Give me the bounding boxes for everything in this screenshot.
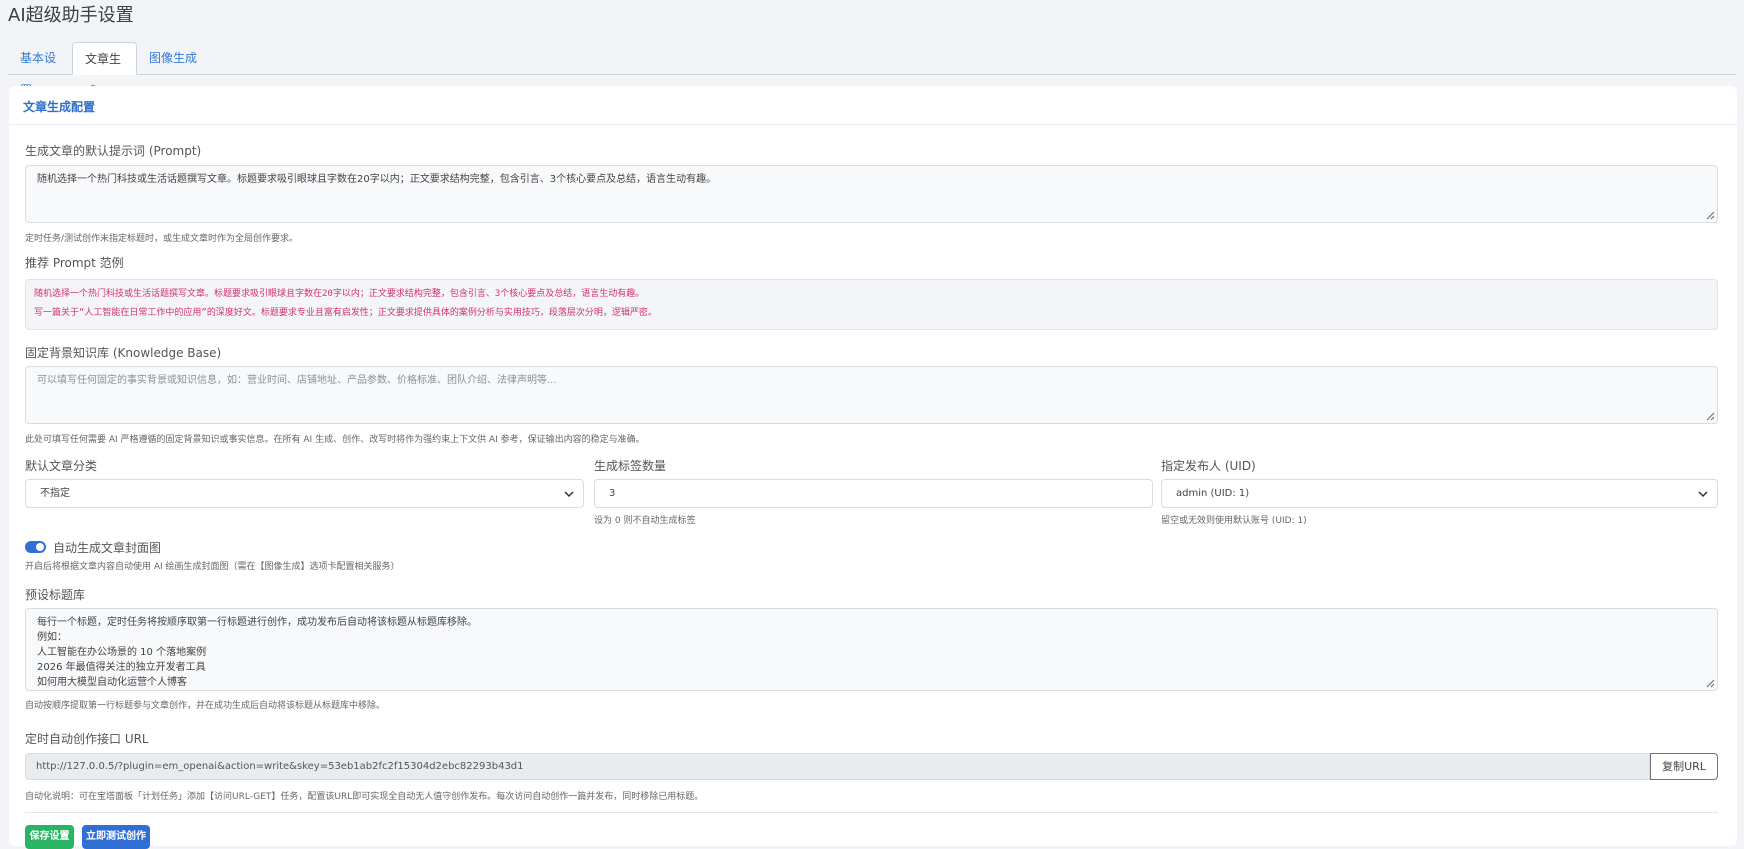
prompt-textarea[interactable]: 随机选择一个热门科技或生活话题撰写文章。标题要求吸引眼球且字数在20字以内；正文… — [25, 165, 1718, 223]
divider — [25, 812, 1718, 813]
knowledge-label: 固定背景知识库 (Knowledge Base) — [25, 346, 222, 360]
cover-hint: 开启后将根据文章内容自动使用 AI 绘画生成封面图（需在【图像生成】选项卡配置相… — [25, 562, 400, 572]
card-header: 文章生成配置 — [9, 86, 1737, 125]
category-label: 默认文章分类 — [25, 459, 98, 473]
tags-count-value: 3 — [609, 488, 616, 499]
examples-label: 推荐 Prompt 范例 — [25, 256, 124, 270]
titles-hint: 自动按顺序提取第一行标题参与文章创作，并在成功生成后自动将该标题从标题库中移除。 — [25, 701, 386, 711]
knowledge-hint: 此处可填写任何需要 AI 严格遵循的固定背景知识或事实信息。在所有 AI 生成、… — [25, 435, 645, 445]
titles-line: 2026 年最值得关注的独立开发者工具 — [37, 662, 206, 673]
tab-article-generation[interactable]: 文章生成 — [72, 42, 137, 98]
chevron-down-icon — [564, 491, 574, 498]
knowledge-placeholder: 可以填写任何固定的事实背景或知识信息，如：营业时间、店铺地址、产品参数、价格标准… — [37, 375, 557, 386]
tags-count-input[interactable]: 3 — [594, 479, 1153, 508]
author-select[interactable]: admin (UID: 1) — [1161, 479, 1718, 508]
cron-url-label: 定时自动创作接口 URL — [25, 732, 149, 746]
copy-url-button[interactable]: 复制URL — [1650, 753, 1718, 780]
cron-url-group: http://127.0.0.5/?plugin=em_openai&actio… — [25, 753, 1718, 780]
resize-handle-icon[interactable] — [1706, 679, 1715, 688]
titles-line: 每行一个标题，定时任务将按顺序取第一行标题进行创作，成功发布后自动将该标题从标题… — [37, 617, 477, 628]
tab-bar: 基本设置 文章生成 图像生成 — [8, 42, 1736, 98]
cover-label: 自动生成文章封面图 — [53, 541, 162, 555]
titles-label: 预设标题库 — [25, 588, 86, 602]
prompt-hint: 定时任务/测试创作未指定标题时，或生成文章时作为全局创作要求。 — [25, 234, 299, 244]
chevron-down-icon — [1698, 491, 1708, 498]
titles-textarea[interactable]: 每行一个标题，定时任务将按顺序取第一行标题进行创作，成功发布后自动将该标题从标题… — [25, 608, 1718, 691]
article-settings-card: 文章生成配置 生成文章的默认提示词 (Prompt) 随机选择一个热门科技或生活… — [9, 86, 1737, 849]
prompt-label: 生成文章的默认提示词 (Prompt) — [25, 144, 202, 158]
resize-handle-icon[interactable] — [1706, 412, 1715, 421]
tags-label: 生成标签数量 — [594, 459, 667, 473]
tab-basic-settings[interactable]: 基本设置 — [8, 42, 72, 97]
author-value: admin (UID: 1) — [1176, 488, 1250, 499]
card-title: 文章生成配置 — [23, 100, 96, 114]
prompt-value: 随机选择一个热门科技或生活话题撰写文章。标题要求吸引眼球且字数在20字以内；正文… — [37, 174, 717, 185]
tab-image-generation[interactable]: 图像生成 — [137, 42, 211, 74]
category-select[interactable]: 不指定 — [25, 479, 584, 508]
test-create-button[interactable]: 立即测试创作 — [82, 825, 150, 849]
cron-url-input[interactable]: http://127.0.0.5/?plugin=em_openai&actio… — [25, 753, 1650, 780]
page-title: AI超级助手设置 — [8, 5, 134, 26]
prompt-examples-box: 随机选择一个热门科技或生活话题撰写文章。标题要求吸引眼球且字数在20字以内；正文… — [25, 279, 1718, 330]
tags-hint: 设为 0 则不自动生成标签 — [594, 516, 696, 526]
cron-hint: 自动化说明：可在宝塔面板「计划任务」添加【访问URL-GET】任务，配置该URL… — [25, 792, 704, 802]
author-label: 指定发布人 (UID) — [1161, 459, 1256, 473]
author-hint: 留空或无效则使用默认账号 (UID: 1) — [1161, 516, 1307, 526]
knowledge-textarea[interactable]: 可以填写任何固定的事实背景或知识信息，如：营业时间、店铺地址、产品参数、价格标准… — [25, 366, 1718, 424]
titles-line: 例如： — [37, 632, 67, 643]
cover-toggle[interactable] — [25, 541, 46, 553]
titles-line: 如何用大模型自动化运营个人博客 — [37, 677, 187, 688]
prompt-example-item[interactable]: 随机选择一个热门科技或生活话题撰写文章。标题要求吸引眼球且字数在20字以内；正文… — [34, 285, 1709, 304]
prompt-example-item[interactable]: 写一篇关于“人工智能在日常工作中的应用”的深度好文。标题要求专业且富有启发性；正… — [34, 304, 1709, 323]
save-button[interactable]: 保存设置 — [25, 825, 74, 849]
resize-handle-icon[interactable] — [1706, 211, 1715, 220]
category-value: 不指定 — [40, 488, 70, 499]
titles-line: 人工智能在办公场景的 10 个落地案例 — [37, 647, 207, 658]
